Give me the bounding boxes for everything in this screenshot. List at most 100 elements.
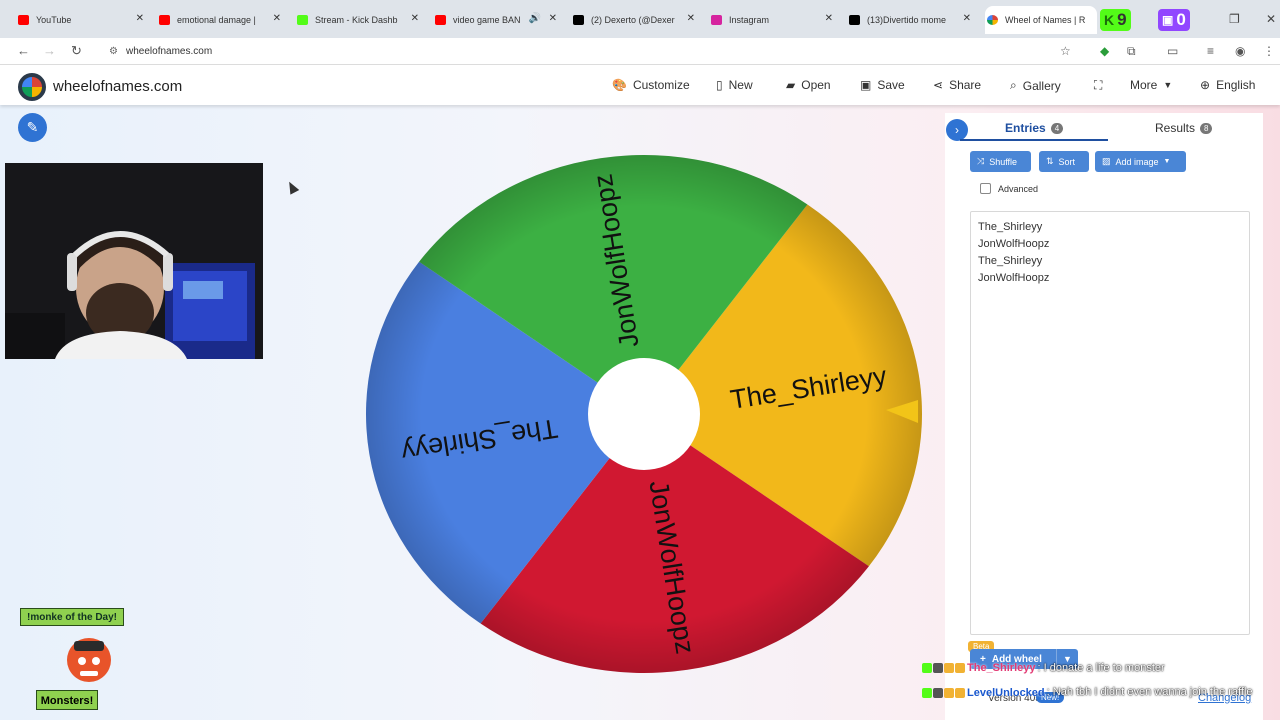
entries-panel: › Entries 4 Results 8 ⤨ Shuffle ⇅ Sort ▨ Ad… [945, 113, 1263, 720]
wheel-of-names[interactable]: The_Shirleyy JonWolfHoopz The_Shirleyy JonW… [366, 155, 922, 675]
browser-tab-kick-dashboard[interactable]: Stream - Kick Dashb ✕ [295, 6, 421, 34]
kick-icon [297, 15, 308, 25]
instagram-icon [711, 15, 722, 25]
brand-title[interactable]: wheelofnames.com [53, 78, 182, 95]
close-icon[interactable]: ✕ [136, 13, 144, 24]
folder-icon: ▰ [786, 78, 796, 92]
webcam-overlay [5, 163, 263, 359]
profile-icon[interactable]: ◉ [1235, 44, 1245, 58]
back-icon[interactable]: ← [17, 43, 30, 58]
pencil-icon: ✎ [26, 119, 39, 135]
media-controls-icon[interactable]: ≡ [1207, 44, 1214, 58]
new-button[interactable]: ▯ New [716, 78, 753, 92]
fullscreen-icon: ⛶ [1094, 78, 1103, 92]
tab-title: Stream - Kick Dashb [315, 15, 398, 25]
edit-pencil-button[interactable]: ✎ [18, 113, 47, 142]
menu-label: Save [877, 78, 905, 92]
close-icon[interactable]: ✕ [687, 13, 695, 24]
reload-icon[interactable]: ↻ [71, 43, 82, 59]
monke-of-the-day-banner: !monke of the Day! [20, 608, 124, 626]
browser-tab-video-game-ban[interactable]: video game BAN 🔊 ✕ [433, 6, 559, 34]
close-icon[interactable]: ✕ [963, 13, 971, 24]
chat-username: The_Shirleyy [967, 662, 1036, 674]
url-field[interactable]: ⚙ wheelofnames.com [106, 42, 1078, 61]
sort-button[interactable]: ⇅ Sort [1039, 151, 1089, 172]
menu-label: Customize [632, 78, 690, 92]
forward-icon[interactable]: → [43, 43, 56, 58]
chevron-down-icon: ▼ [1163, 80, 1173, 90]
app-header: wheelofnames.com 🎨 Customize ▯ New ▰ Open ▣… [0, 65, 1280, 105]
wheelofnames-logo-icon[interactable] [18, 73, 46, 101]
advanced-label: Advanced [998, 183, 1039, 194]
share-button[interactable]: ⋖ Share [933, 78, 981, 92]
youtube-icon [435, 15, 446, 25]
tab-search-icon[interactable]: ▭ [1167, 44, 1178, 58]
speaker-icon[interactable]: 🔊 [529, 13, 541, 24]
customize-button[interactable]: 🎨 Customize [612, 78, 690, 92]
kick-extension-badge[interactable]: K 9 [1100, 9, 1131, 31]
browser-tab-bar: YouTube ✕ emotional damage | ✕ Stream - … [0, 0, 1280, 38]
monke-avatar-image [67, 638, 111, 682]
youtube-icon [18, 15, 29, 25]
open-button[interactable]: ▰ Open [786, 78, 831, 92]
language-button[interactable]: ⊕ English [1200, 78, 1255, 92]
gallery-button[interactable]: ⌕ Gallery [1010, 78, 1061, 93]
shuffle-icon: ⤨ [977, 156, 985, 166]
tab-results-label: Results [1155, 121, 1196, 135]
url-text: wheelofnames.com [126, 46, 213, 57]
chevron-down-icon: ▼ [1163, 158, 1171, 165]
close-window-icon[interactable]: ✕ [1266, 12, 1276, 26]
more-menu-button[interactable]: More ▼ [1130, 78, 1172, 92]
site-settings-icon[interactable]: ⚙ [109, 42, 118, 61]
kick-count: 9 [1117, 10, 1127, 29]
tab-results[interactable]: Results 8 [1155, 121, 1213, 135]
chat-message: LevelUnlocked : Nah tbh I didnt even wan… [922, 684, 1257, 701]
extension-icon[interactable]: ◆ [1100, 44, 1109, 58]
save-button[interactable]: ▣ Save [860, 78, 905, 92]
restore-window-icon[interactable]: ❐ [1229, 12, 1240, 26]
chat-badges-icon [922, 687, 965, 698]
wheel-center-hub[interactable] [588, 358, 700, 470]
menu-label: English [1216, 78, 1256, 92]
close-icon[interactable]: ✕ [273, 13, 281, 24]
tab-title: (13)Divertido mome [867, 15, 947, 25]
x-icon [573, 15, 584, 25]
entries-textarea[interactable]: The_Shirleyy JonWolfHoopz The_Shirleyy J… [970, 211, 1250, 635]
extensions-puzzle-icon[interactable]: ⧉ [1127, 44, 1136, 59]
browser-tab-tiktok[interactable]: (13)Divertido mome ✕ [847, 6, 973, 34]
search-icon: ⌕ [1010, 78, 1017, 92]
tab-title: Instagram [729, 15, 770, 25]
tab-title: YouTube [36, 15, 72, 25]
shuffle-button[interactable]: ⤨ Shuffle [970, 151, 1031, 172]
collapse-panel-button[interactable]: › [946, 119, 968, 141]
browser-tab-dexerto[interactable]: (2) Dexerto (@Dexer ✕ [571, 6, 697, 34]
tab-title: Wheel of Names | R [1005, 15, 1086, 25]
fullscreen-button[interactable]: ⛶ [1094, 78, 1102, 93]
add-image-button[interactable]: ▨ Add image ▼ [1095, 151, 1186, 172]
save-icon: ▣ [860, 78, 872, 92]
close-icon[interactable]: ✕ [411, 13, 419, 24]
twitch-extension-badge[interactable]: ▣ 0 [1158, 9, 1190, 31]
advanced-toggle[interactable]: Advanced [980, 183, 1038, 194]
close-icon[interactable]: ✕ [549, 13, 557, 24]
bookmark-star-icon[interactable]: ☆ [1060, 44, 1071, 58]
browser-tab-youtube[interactable]: YouTube ✕ [16, 6, 146, 34]
monsters-badge: Monsters! [36, 690, 98, 710]
wheel-svg[interactable]: The_ShirleyyJonWolfHoopzThe_ShirleyyJonW… [366, 155, 922, 675]
chat-text: : Nah tbh I didnt even wanna join the ra… [1046, 686, 1253, 698]
sort-icon: ⇅ [1046, 156, 1054, 166]
browser-tab-wheel-of-names[interactable]: Wheel of Names | R [985, 6, 1097, 34]
chevron-right-icon: › [955, 123, 959, 137]
browser-tab-emotional-damage[interactable]: emotional damage | ✕ [157, 6, 283, 34]
close-icon[interactable]: ✕ [825, 13, 833, 24]
browser-menu-icon[interactable]: ⋮ [1263, 44, 1275, 58]
palette-icon: 🎨 [612, 78, 627, 92]
menu-label: New [728, 78, 753, 92]
twitch-count: 0 [1176, 10, 1186, 29]
tab-entries[interactable]: Entries 4 [1005, 121, 1064, 135]
browser-tab-instagram[interactable]: Instagram ✕ [709, 6, 835, 34]
sort-label: Sort [1058, 156, 1076, 167]
tab-title: video game BAN [453, 15, 521, 25]
advanced-checkbox[interactable] [980, 183, 991, 194]
shuffle-label: Shuffle [989, 156, 1018, 167]
